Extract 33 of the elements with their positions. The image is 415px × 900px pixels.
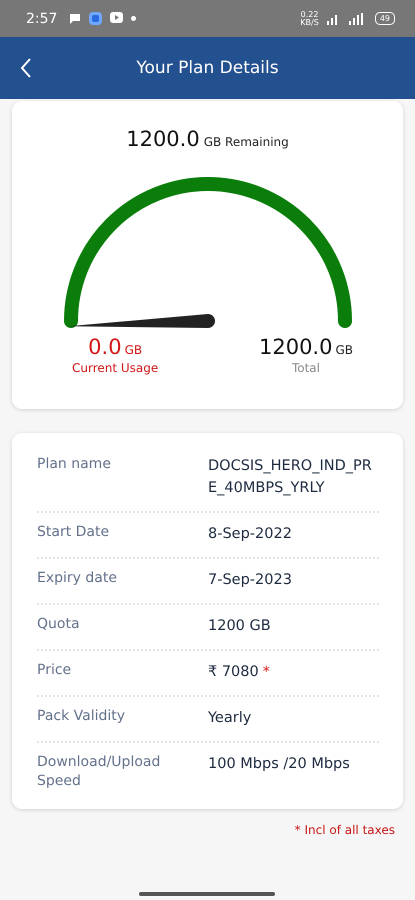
chat-icon [69, 12, 82, 24]
app-icon [89, 12, 102, 25]
detail-value: DOCSIS_HERO_IND_PRE_40MBPS_YRLY [208, 458, 372, 496]
required-mark: * [262, 664, 270, 680]
detail-label: Price [37, 661, 72, 680]
detail-label: Start Date [37, 523, 110, 542]
detail-label: Download/Upload Speed [37, 753, 162, 791]
detail-label: Quota [37, 615, 81, 634]
total-caption: Total [292, 361, 320, 375]
detail-value: 8-Sep-2022 [208, 526, 292, 542]
detail-value: ₹ 7080 [208, 664, 259, 680]
detail-label: Expiry date [37, 569, 118, 588]
detail-label: Plan name [37, 455, 112, 474]
usage-value: 0.0 [88, 335, 122, 359]
detail-value: 100 Mbps /20 Mbps [208, 756, 350, 772]
remaining-value: 1200.0 [126, 127, 200, 151]
status-time: 2:57 [26, 10, 58, 26]
battery-level: 49 [374, 12, 395, 25]
detail-value: 7-Sep-2023 [208, 572, 292, 588]
screen-icon [110, 12, 124, 25]
usage-unit: GB [124, 343, 142, 357]
total-unit: GB [335, 343, 353, 357]
network-speed: 0.22 [300, 10, 318, 18]
remaining-label: GB Remaining [204, 135, 289, 149]
tax-footnote: * Incl of all taxes [294, 822, 396, 837]
page-title: Your Plan Details [135, 58, 280, 78]
detail-value: 1200 GB [208, 618, 271, 634]
dot-icon [131, 16, 136, 21]
detail-value: Yearly [208, 710, 252, 726]
usage-caption: Current Usage [72, 361, 158, 375]
total-value: 1200.0 [258, 335, 332, 359]
detail-label: Pack Validity [37, 707, 126, 726]
speed-unit: KB/S [300, 18, 319, 26]
